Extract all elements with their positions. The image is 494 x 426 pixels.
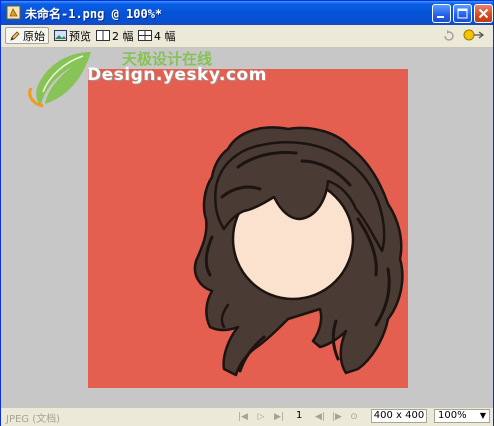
- pencil-icon: [10, 30, 20, 41]
- two-up-icon: [96, 30, 110, 41]
- canvas-area[interactable]: 天极设计在线 Design.yesky.com: [1, 48, 493, 407]
- minimize-icon: [437, 16, 444, 18]
- girl-hair-illustration: [193, 126, 404, 377]
- fireworks-document-icon: [6, 5, 21, 20]
- first-frame-icon[interactable]: |◀: [237, 411, 249, 423]
- window-title: 未命名-1.png @ 100%*: [25, 7, 163, 21]
- preview-icon: [54, 30, 67, 41]
- image-artboard[interactable]: [88, 69, 408, 388]
- tab-preview[interactable]: 预览: [54, 27, 91, 44]
- prev-frame-icon[interactable]: ◀|: [314, 411, 326, 423]
- last-frame-icon[interactable]: ▶|: [273, 411, 285, 423]
- four-up-icon: [138, 30, 152, 41]
- maximize-button[interactable]: [453, 4, 472, 23]
- quick-export-icon[interactable]: [463, 28, 487, 43]
- tab-original-label: 原始: [23, 29, 45, 43]
- image-dimensions-text: 400 x 400: [373, 410, 425, 421]
- frame-number: 1: [296, 410, 303, 421]
- rotate-icon[interactable]: [442, 29, 456, 43]
- close-icon: [478, 8, 489, 19]
- minimize-button[interactable]: [432, 4, 451, 23]
- status-bar: JPEG (文档) |◀ ▷ ▶| 1 ◀| |▶ ⊙ 400 x 400 10…: [1, 407, 493, 426]
- close-button[interactable]: [474, 4, 493, 23]
- maximize-icon: [457, 8, 468, 19]
- title-bar[interactable]: 未命名-1.png @ 100%*: [1, 1, 493, 25]
- document-window: 未命名-1.png @ 100%* 原始 预览 2 幅 4 幅 天极设计在线 D…: [0, 0, 494, 426]
- tab-2-up[interactable]: 2 幅: [96, 27, 134, 44]
- tab-preview-label: 预览: [69, 29, 91, 43]
- view-toolbar: 原始 预览 2 幅 4 幅: [1, 25, 493, 48]
- watermark-text-en: Design.yesky.com: [87, 65, 267, 85]
- file-format-label: JPEG (文档): [6, 414, 61, 425]
- zoom-value: 100%: [438, 410, 467, 421]
- play-icon[interactable]: ▷: [255, 411, 267, 423]
- loop-icon[interactable]: ⊙: [348, 411, 360, 423]
- image-dimensions[interactable]: 400 x 400: [371, 409, 427, 423]
- tab-original[interactable]: 原始: [5, 27, 49, 44]
- tab-4-up[interactable]: 4 幅: [138, 27, 176, 44]
- zoom-select[interactable]: 100% ▼: [434, 409, 490, 423]
- next-frame-icon[interactable]: |▶: [331, 411, 343, 423]
- chevron-down-icon: ▼: [479, 411, 486, 420]
- tab-4-up-label: 4 幅: [154, 29, 176, 43]
- tab-2-up-label: 2 幅: [112, 29, 134, 43]
